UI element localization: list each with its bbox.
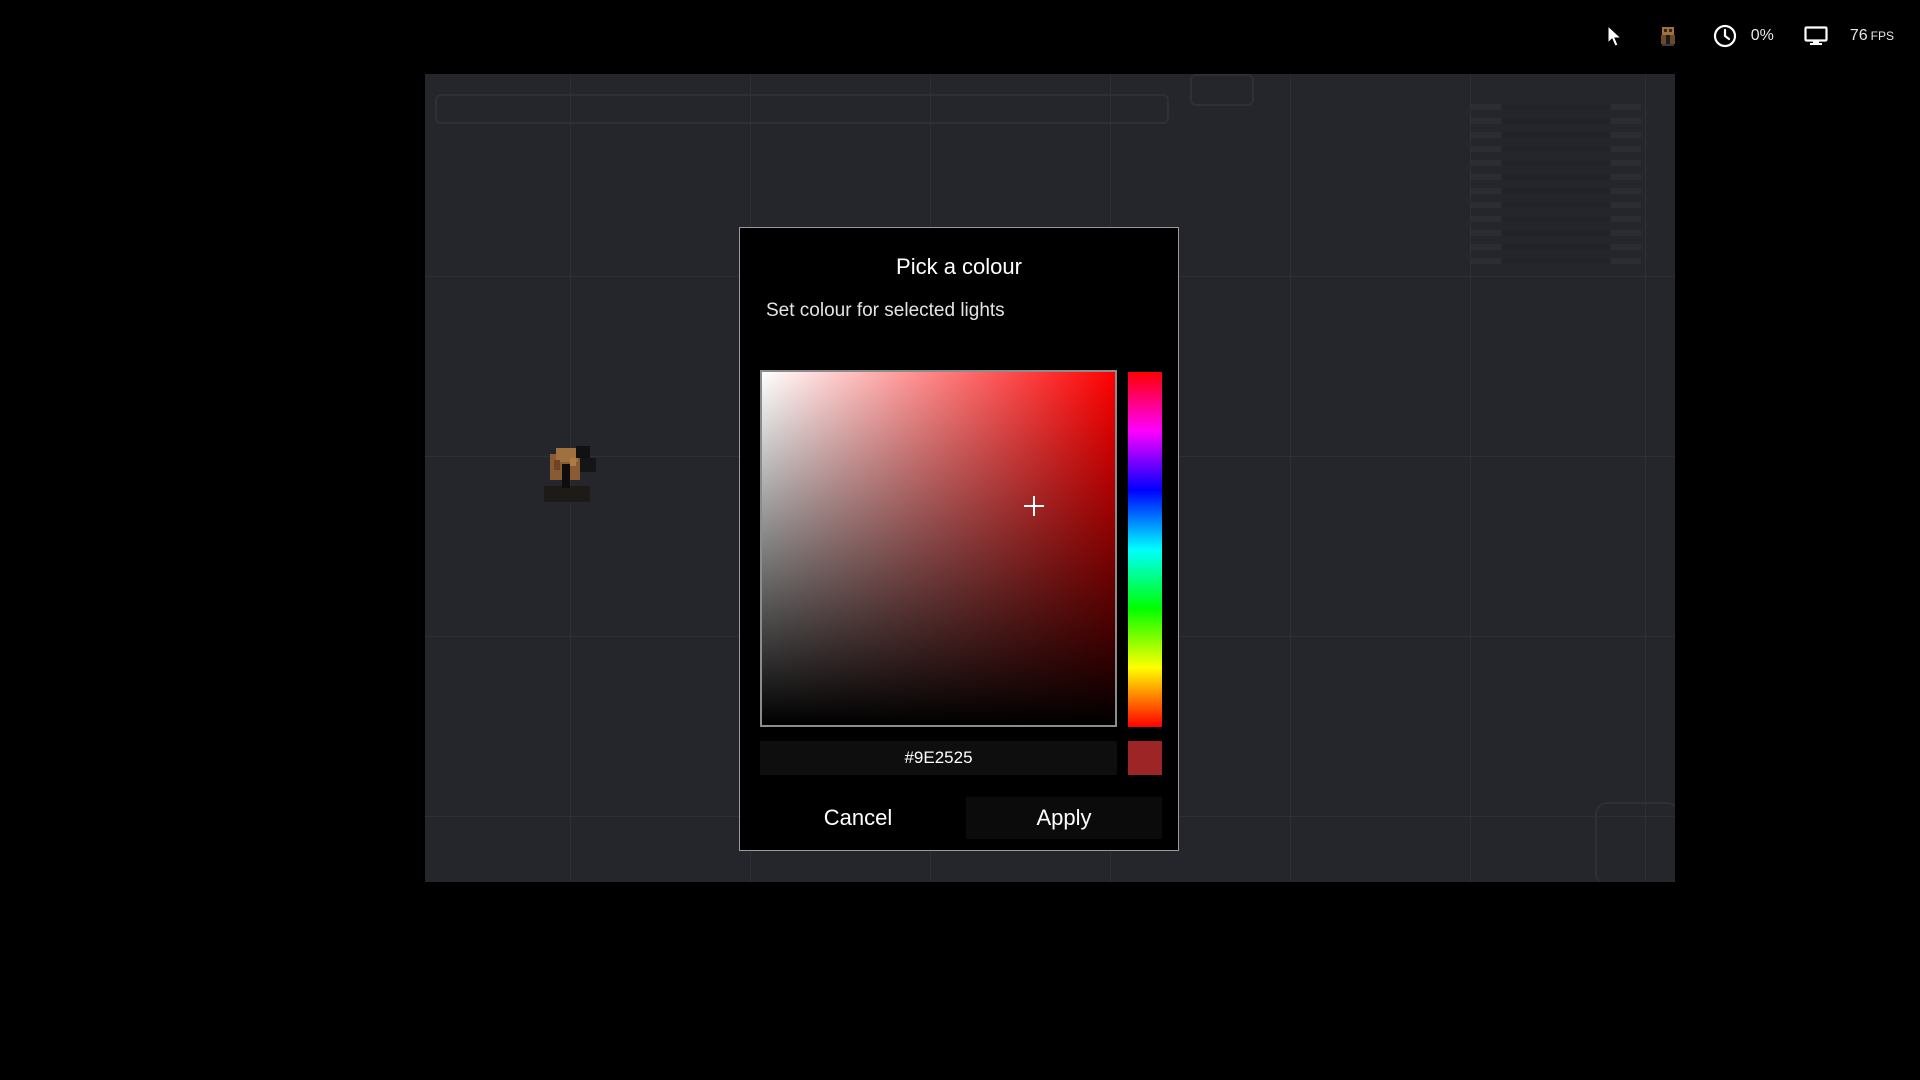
floor-grid-line [1645,74,1646,882]
floor-grid-line [1290,74,1291,882]
floor-grid-line [1470,74,1471,882]
vent-slat [1471,104,1641,110]
fps-unit: FPS [1870,29,1894,43]
vent-slat [1471,258,1641,264]
fps-value: 76 [1849,27,1868,44]
vent-slat [1471,230,1641,236]
apply-button[interactable]: Apply [966,797,1162,839]
character-icon[interactable] [1659,25,1677,47]
floor-fixture [1595,802,1675,882]
status-bar: 0% 76 FPS [1607,0,1920,72]
dialog-title: Pick a colour [896,254,1022,279]
vent-slat [1471,160,1641,166]
vent-slat [1471,146,1641,152]
vent-slat [1471,216,1641,222]
monitor-icon [1804,26,1828,46]
wall-pipe [1190,74,1254,106]
dialog-subtitle: Set colour for selected lights [766,300,1005,321]
clock-icon [1713,24,1737,48]
picker-crosshair-icon[interactable] [1023,496,1044,517]
cpu-load-text: 0% [1750,27,1774,44]
vent-slat [1471,244,1641,250]
player-character[interactable] [542,440,602,510]
cancel-button[interactable]: Cancel [760,797,956,839]
vent-slat [1471,188,1641,194]
hex-color-input[interactable] [760,741,1117,775]
app-window: 0% 76 FPS Pick a colour Set colour for s… [0,0,1920,1080]
saturation-value-picker[interactable] [760,370,1117,727]
vent-slat [1471,202,1641,208]
wall-pipe [435,94,1169,124]
fps-counter: 76 FPS [1850,27,1894,45]
colour-picker-dialog: Pick a colour Set colour for selected li… [739,227,1179,851]
color-preview-swatch [1128,741,1162,775]
vent-slat [1471,132,1641,138]
vent-slat [1471,118,1641,124]
cursor-icon[interactable] [1607,25,1623,47]
vent-slat [1471,174,1641,180]
hue-slider[interactable] [1128,372,1162,727]
